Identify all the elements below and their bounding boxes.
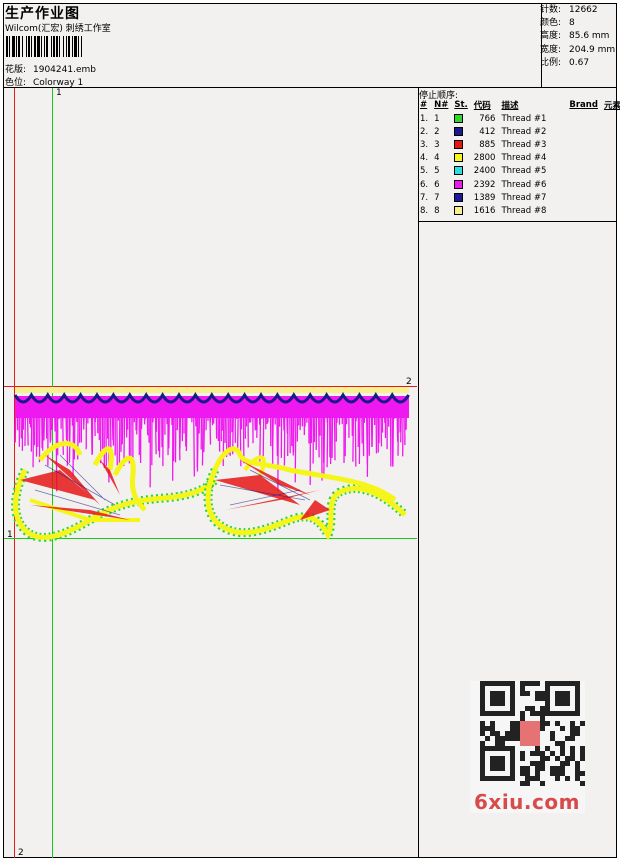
left-flower xyxy=(11,441,219,542)
fringe-band xyxy=(15,396,409,418)
right-flower xyxy=(203,446,409,546)
top-border-band xyxy=(15,387,409,393)
watermark-text: 6xiu.com xyxy=(474,790,580,814)
